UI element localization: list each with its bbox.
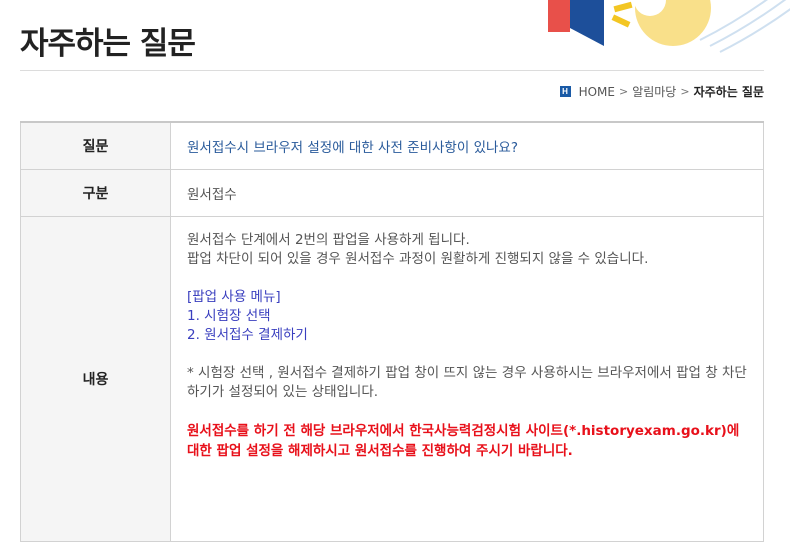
home-icon[interactable]: H — [559, 86, 571, 97]
breadcrumb-current: 자주하는 질문 — [693, 85, 764, 99]
important-notice: 원서접수를 하기 전 해당 브라우저에서 한국사능력검정시험 사이트(*.his… — [187, 423, 740, 459]
category-row: 구분 원서접수 — [20, 169, 764, 217]
breadcrumb-home[interactable]: HOME — [579, 85, 615, 99]
popup-menu-title: [팝업 사용 메뉴] — [187, 289, 281, 305]
header-illustration — [548, 0, 790, 53]
breadcrumb: H HOME > 알림마당 > 자주하는 질문 — [559, 83, 764, 100]
popup-menu-item-1: 1. 시험장 선택 — [187, 308, 271, 324]
title-divider — [20, 70, 764, 71]
question-row: 질문 원서접수시 브라우저 설정에 대한 사전 준비사항이 있나요? — [20, 121, 764, 170]
chevron-right-icon: > — [680, 85, 690, 98]
faq-detail-table: 질문 원서접수시 브라우저 설정에 대한 사전 준비사항이 있나요? 구분 원서… — [20, 121, 764, 542]
popup-menu-item-2: 2. 원서접수 결제하기 — [187, 327, 308, 343]
content-line-2: 팝업 차단이 되어 있을 경우 원서접수 과정이 원활하게 진행되지 않을 수 … — [187, 251, 649, 267]
content-cell: 원서접수 단계에서 2번의 팝업을 사용하게 됩니다. 팝업 차단이 되어 있을… — [170, 216, 764, 542]
header-decoration — [540, 0, 790, 60]
popup-block-note: * 시험장 선택 , 원서접수 결제하기 팝업 창이 뜨지 않는 경우 사용하시… — [187, 365, 747, 400]
content-row: 내용 원서접수 단계에서 2번의 팝업을 사용하게 됩니다. 팝업 차단이 되어… — [20, 216, 764, 542]
question-text: 원서접수시 브라우저 설정에 대한 사전 준비사항이 있나요? — [187, 140, 518, 156]
breadcrumb-level1[interactable]: 알림마당 — [632, 83, 676, 100]
page-title: 자주하는 질문 — [20, 26, 196, 62]
question-label: 질문 — [20, 121, 171, 170]
category-text: 원서접수 — [170, 169, 764, 217]
category-label: 구분 — [20, 169, 171, 217]
content-line-1: 원서접수 단계에서 2번의 팝업을 사용하게 됩니다. — [187, 232, 470, 248]
chevron-right-icon: > — [618, 85, 629, 98]
question-cell: 원서접수시 브라우저 설정에 대한 사전 준비사항이 있나요? — [170, 121, 764, 170]
content-label: 내용 — [20, 216, 171, 542]
